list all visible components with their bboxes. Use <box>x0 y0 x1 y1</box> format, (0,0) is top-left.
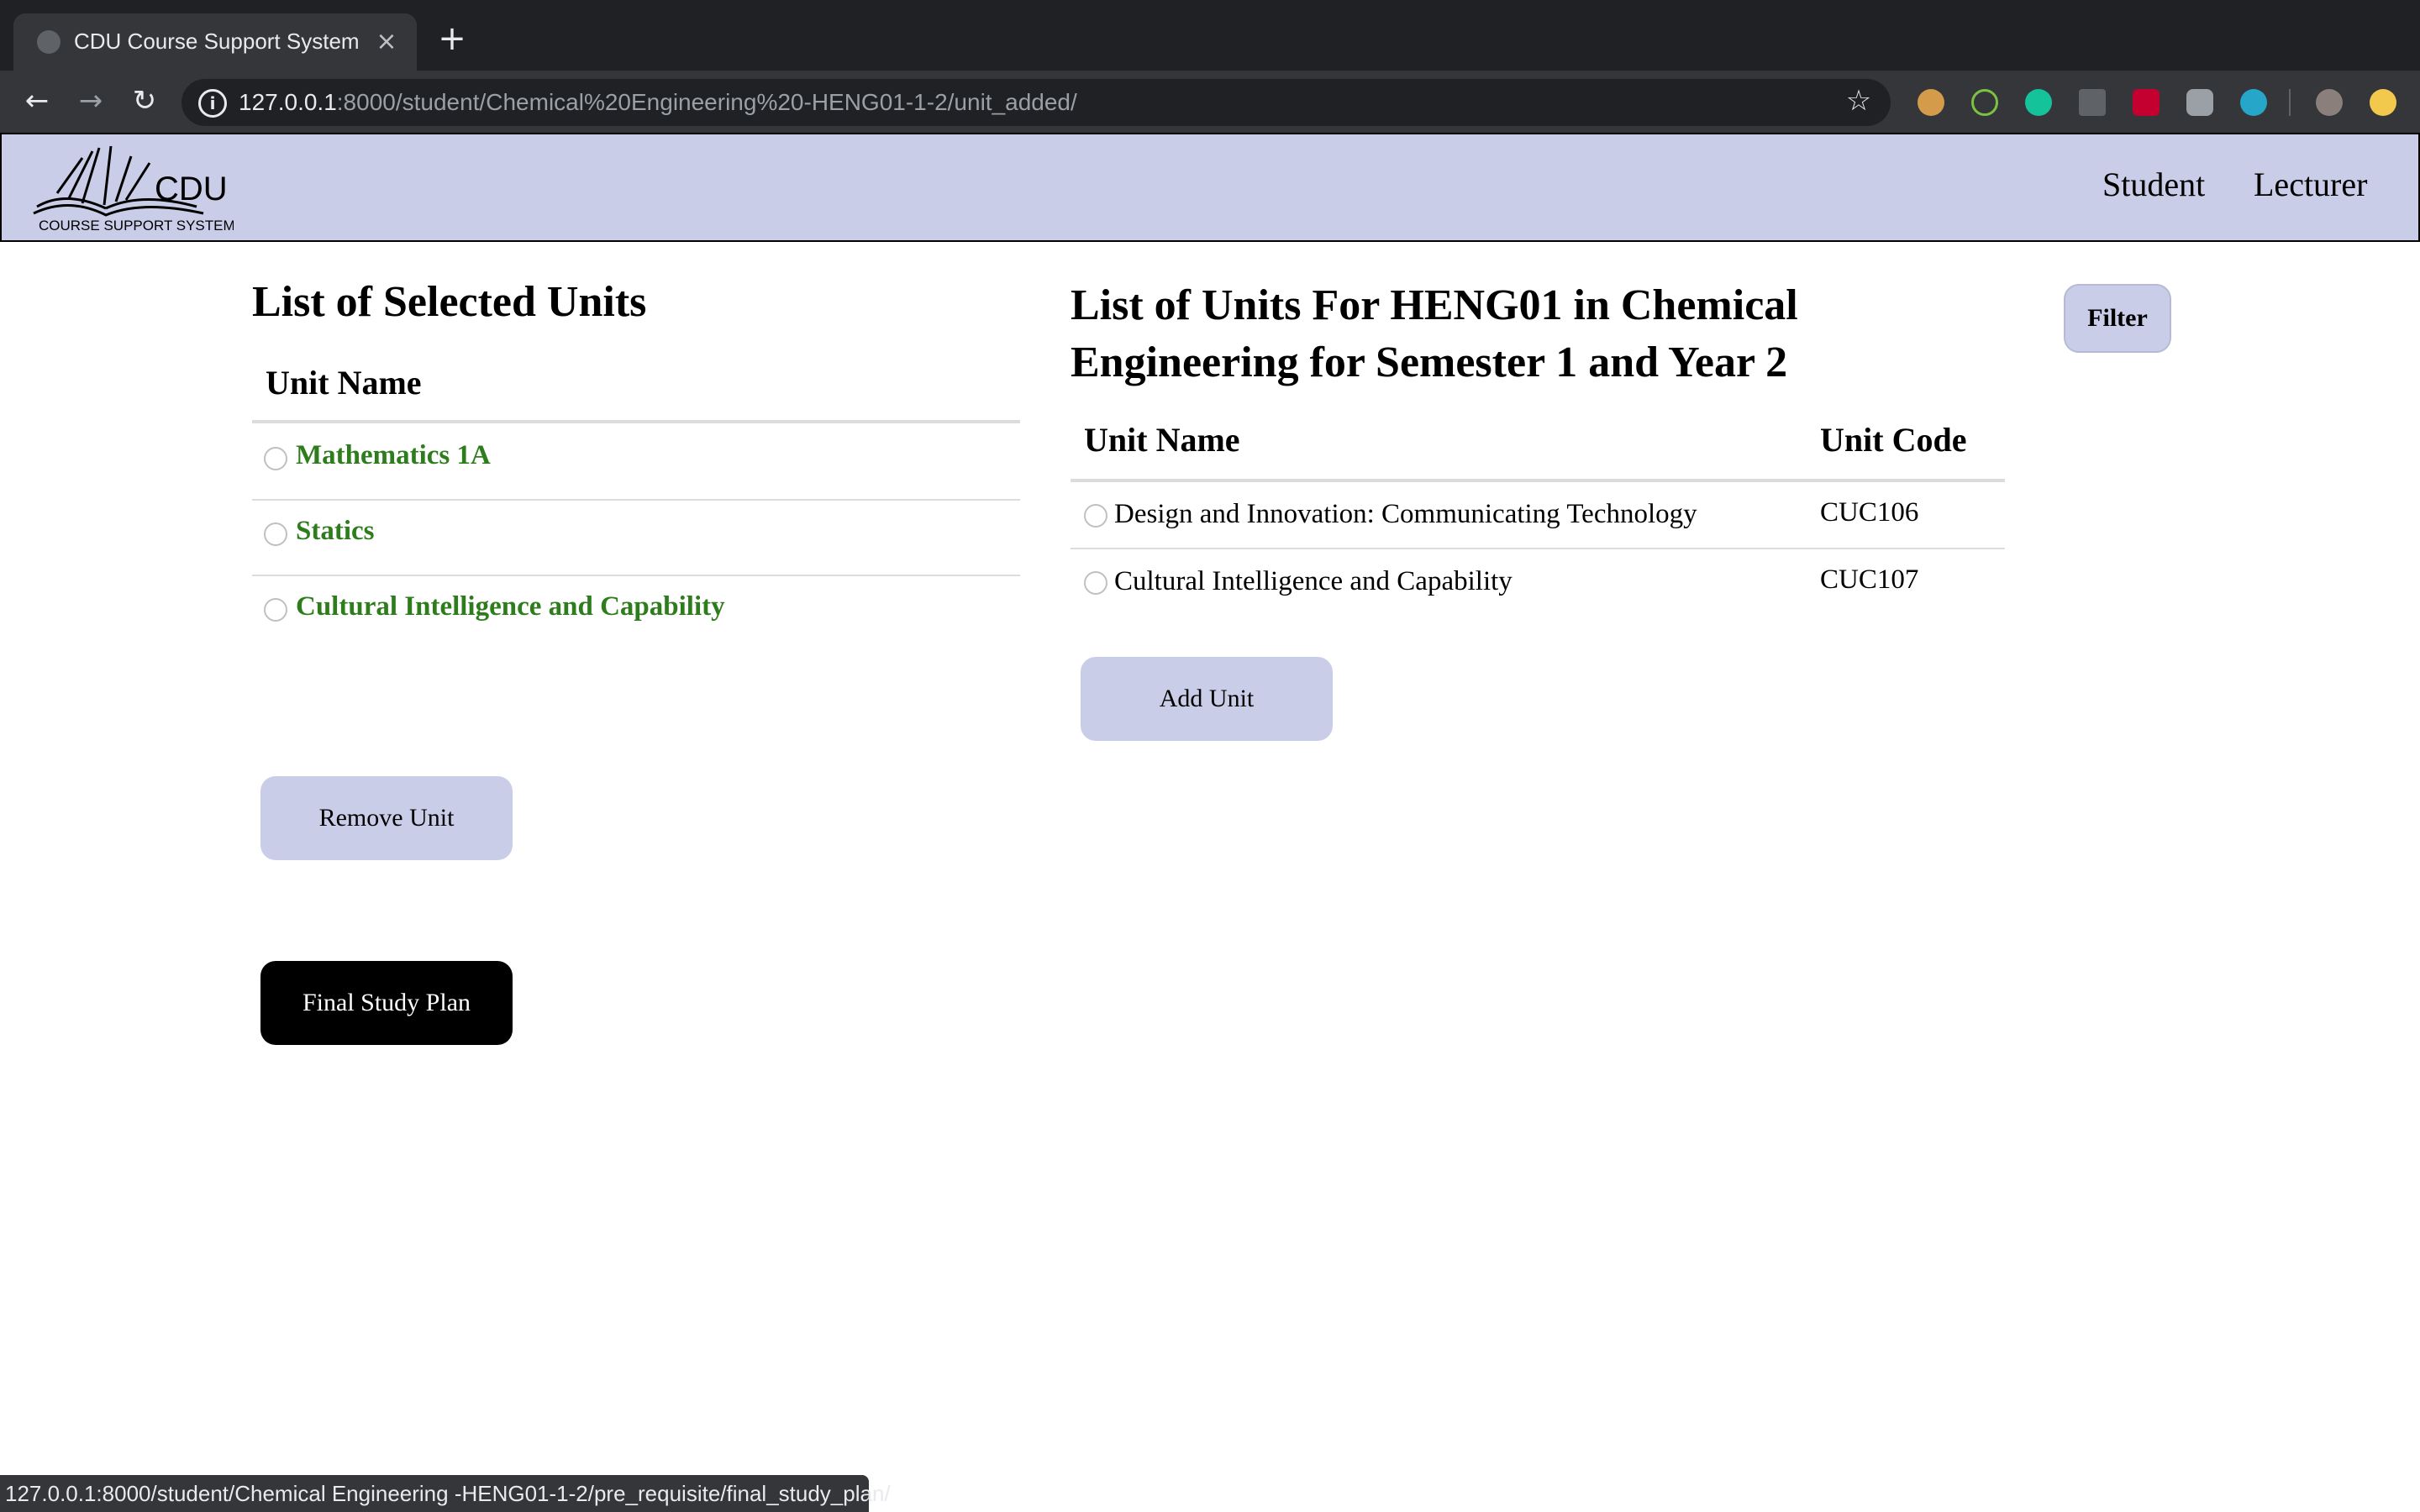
info-icon[interactable]: i <box>198 89 227 118</box>
available-unit-code: CUC106 <box>1820 497 1919 528</box>
text-extension-icon[interactable] <box>2079 89 2106 116</box>
nav-link-student[interactable]: Student <box>2102 165 2205 204</box>
forward-arrow-icon[interactable]: → <box>71 81 111 121</box>
logo-subtext: COURSE SUPPORT SYSTEM <box>39 218 234 234</box>
selected-unit-label: Mathematics 1A <box>296 440 491 470</box>
tab-title: CDU Course Support System <box>74 29 360 54</box>
row-divider <box>252 575 1020 576</box>
browser-tabstrip: CDU Course Support System × + <box>0 0 2420 71</box>
back-arrow-icon[interactable]: ← <box>17 81 57 121</box>
angular-extension-icon[interactable] <box>2133 89 2160 116</box>
available-units-heading: List of Units For HENG01 in Chemical Eng… <box>1071 281 1798 386</box>
s-extension-icon[interactable] <box>2186 89 2213 116</box>
available-unit-code: CUC107 <box>1820 564 1919 595</box>
reload-icon[interactable]: ↻ <box>124 81 165 121</box>
available-header-rule <box>1071 479 2005 482</box>
selected-unit-radio[interactable] <box>264 522 287 546</box>
available-unit-radio[interactable] <box>1084 571 1107 595</box>
available-unit-name: Cultural Intelligence and Capability <box>1114 566 1512 596</box>
selected-unit-radio[interactable] <box>264 598 287 622</box>
selected-unit-label: Cultural Intelligence and Capability <box>296 591 725 622</box>
selected-header-rule <box>252 420 1020 423</box>
close-icon[interactable]: × <box>370 25 403 59</box>
selected-column-unit-name: Unit Name <box>266 364 422 402</box>
address-url: 127.0.0.1:8000/student/Chemical%20Engine… <box>239 89 1077 115</box>
toolbar-divider <box>2289 89 2291 116</box>
site-navbar: CDU COURSE SUPPORT SYSTEM Student Lectur… <box>0 133 2420 242</box>
m-extension-icon[interactable] <box>2240 89 2267 116</box>
selected-unit-radio[interactable] <box>264 447 287 470</box>
available-unit-name: Design and Innovation: Communicating Tec… <box>1114 499 1697 529</box>
filter-button[interactable]: Filter <box>2064 284 2171 353</box>
add-unit-button[interactable]: Add Unit <box>1081 657 1333 741</box>
final-study-plan-button[interactable]: Final Study Plan <box>260 961 513 1045</box>
link-status-bubble: 127.0.0.1:8000/student/Chemical Engineer… <box>0 1475 891 1512</box>
logo-text: CDU <box>155 171 228 207</box>
available-column-unit-name: Unit Name <box>1084 421 1240 459</box>
check-extension-icon[interactable] <box>1971 89 1998 116</box>
address-bar[interactable]: i 127.0.0.1:8000/student/Chemical%20Engi… <box>182 79 1891 126</box>
selected-unit-label: Statics <box>296 516 375 546</box>
new-tab-icon[interactable]: + <box>435 22 469 55</box>
cookie-extension-icon[interactable] <box>1918 89 1944 116</box>
browser-tab[interactable]: CDU Course Support System × <box>13 13 417 71</box>
grammarly-extension-icon[interactable] <box>2025 89 2052 116</box>
globe-icon <box>37 30 60 54</box>
remove-unit-button[interactable]: Remove Unit <box>260 776 513 860</box>
row-divider <box>252 499 1020 501</box>
browser-toolbar: ← → ↻ i 127.0.0.1:8000/student/Chemical%… <box>0 71 2420 133</box>
open-book-icon: CDU COURSE SUPPORT SYSTEM <box>33 145 235 234</box>
profile-avatar-icon[interactable] <box>2316 89 2343 116</box>
bookmark-star-icon[interactable]: ☆ <box>1842 84 1876 118</box>
available-unit-radio[interactable] <box>1084 504 1107 528</box>
row-divider <box>1071 548 2005 549</box>
available-column-unit-code: Unit Code <box>1820 421 1967 459</box>
cdu-logo[interactable]: CDU COURSE SUPPORT SYSTEM <box>32 141 235 235</box>
nav-link-lecturer[interactable]: Lecturer <box>2254 165 2367 204</box>
update-indicator-icon[interactable] <box>2370 89 2396 116</box>
selected-units-heading: List of Selected Units <box>252 278 647 326</box>
